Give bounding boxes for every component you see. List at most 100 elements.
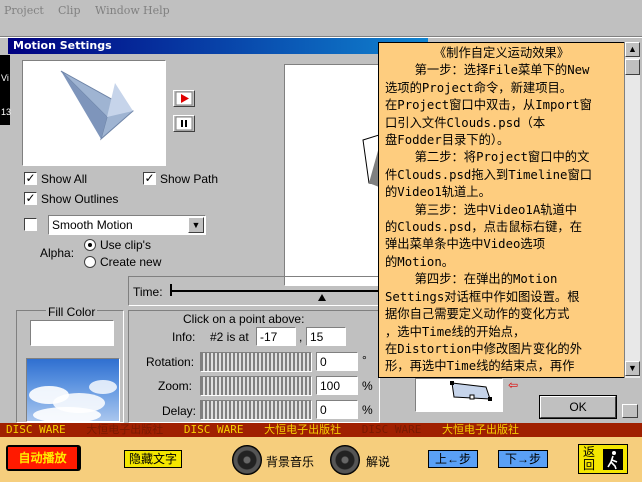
- motion-type-select[interactable]: Smooth Motion ▼: [48, 215, 206, 235]
- exit-icon: [603, 449, 623, 470]
- show-all-checkbox[interactable]: ✓: [24, 172, 37, 185]
- scroll-down-icon[interactable]: ▼: [625, 361, 640, 376]
- show-outlines-checkbox[interactable]: ✓: [24, 192, 37, 205]
- dialog-title: Motion Settings: [13, 39, 112, 52]
- ok-button[interactable]: OK: [539, 395, 617, 419]
- next-step-button[interactable]: 下→步: [498, 450, 548, 468]
- play-button[interactable]: [173, 90, 195, 107]
- autoplay-button[interactable]: 自动播放: [8, 447, 77, 469]
- menu-window[interactable]: Window: [95, 4, 140, 17]
- menu-project[interactable]: Project: [4, 4, 44, 17]
- time-label: Time:: [133, 285, 163, 299]
- boomerang-shape-icon: [60, 70, 134, 141]
- click-hint-label: Click on a point above:: [183, 312, 305, 326]
- panel-line: 的Video1轨道上。: [385, 185, 491, 200]
- alpha-create-new-label: Create new: [100, 255, 162, 269]
- banner-text: 大恒电子出版社: [86, 423, 164, 436]
- background-window-text: Vi: [1, 73, 9, 83]
- clouds-thumbnail: [26, 358, 120, 423]
- hide-text-button[interactable]: 隐藏文字: [124, 450, 182, 468]
- panel-scrollbar[interactable]: ▲ ▼: [624, 42, 640, 378]
- panel-title: 《制作自定义运动效果》: [433, 46, 570, 60]
- banner-text: DISC WARE: [361, 423, 422, 436]
- info-x-input[interactable]: -17: [256, 327, 296, 346]
- zoom-label: Zoom:: [158, 379, 193, 393]
- panel-line: ，选中Time线的开始点，: [385, 324, 526, 339]
- clouds-image: [29, 380, 117, 423]
- play-icon: [175, 91, 193, 106]
- dialog-titlebar[interactable]: Motion Settings: [8, 38, 428, 54]
- distortion-arrow-icon: ⇦: [508, 378, 519, 392]
- show-all-label: Show All: [41, 172, 88, 186]
- alpha-create-new-radio[interactable]: [84, 256, 96, 268]
- narration-label[interactable]: 解说: [366, 453, 390, 470]
- rotation-slider[interactable]: [200, 352, 312, 372]
- panel-line: 选项的Project命令，新建项目。: [385, 80, 573, 95]
- scroll-up-icon[interactable]: ▲: [625, 42, 640, 57]
- background-window-number: 13: [1, 107, 12, 117]
- app-menubar: Project Clip Window Help: [0, 0, 642, 22]
- menu-clip[interactable]: Clip: [58, 4, 81, 17]
- show-outlines-label: Show Outlines: [41, 192, 119, 206]
- bottom-nav-bar: 自动播放 隐藏文字 背景音乐 解说 上←步 下→步 返回: [0, 437, 642, 482]
- panel-line: 第四步：在弹出的Motion: [385, 272, 558, 287]
- bg-music-label[interactable]: 背景音乐: [266, 453, 314, 470]
- fill-color-swatch[interactable]: [30, 320, 114, 346]
- motion-path-canvas[interactable]: [284, 64, 380, 286]
- bg-music-disc-icon[interactable]: [232, 445, 262, 475]
- zoom-input[interactable]: 100: [316, 376, 358, 395]
- back-label: 返回: [583, 445, 596, 472]
- timeline-start-point[interactable]: [170, 284, 172, 296]
- delay-unit: %: [362, 403, 373, 417]
- rotation-input[interactable]: 0: [316, 352, 358, 371]
- zoom-slider[interactable]: [200, 376, 312, 396]
- timeline-track[interactable]: [170, 290, 380, 292]
- distortion-preview[interactable]: [415, 378, 503, 412]
- delay-input[interactable]: 0: [316, 400, 358, 419]
- scroll-thumb[interactable]: [625, 59, 640, 75]
- alpha-use-clip-radio[interactable]: [84, 239, 96, 251]
- delay-slider[interactable]: [200, 400, 312, 420]
- banner-text: DISC WARE: [183, 423, 244, 436]
- banner-text: 大恒电子出版社: [264, 423, 342, 436]
- narration-disc-icon[interactable]: [330, 445, 360, 475]
- panel-line: 的Motion。: [385, 254, 455, 269]
- info-y-input[interactable]: 15: [306, 327, 346, 346]
- rotation-label: Rotation:: [146, 355, 195, 369]
- info-separator: ,: [299, 330, 303, 344]
- instruction-panel: 《制作自定义运动效果》 第一步：选择File菜单下的New 选项的Project…: [378, 42, 625, 378]
- panel-line: 件Clouds.psd拖入到Timeline窗口: [385, 167, 593, 182]
- chevron-down-icon[interactable]: ▼: [188, 217, 204, 233]
- delay-label: Delay:: [162, 404, 197, 418]
- smooth-motion-checkbox[interactable]: [24, 218, 37, 231]
- back-button[interactable]: 返回: [578, 444, 628, 474]
- banner-text: 大恒电子出版社: [441, 423, 519, 436]
- panel-line: 第三步：选中Video1A轨道中: [385, 202, 578, 217]
- panel-line: 据你自己需要定义动作的变化方式: [385, 307, 570, 322]
- info-point-label: #2 is at: [210, 330, 249, 344]
- show-path-checkbox[interactable]: ✓: [143, 172, 156, 185]
- banner-text: DISC WARE: [6, 423, 66, 436]
- zoom-unit: %: [362, 379, 373, 393]
- timeline-cursor-icon[interactable]: [318, 294, 326, 301]
- pause-icon: [175, 116, 193, 131]
- panel-line: 在Project窗口中双击，从Import窗: [385, 98, 592, 113]
- panel-line: 第二步：将Project窗口中的文: [385, 150, 590, 165]
- menu-help[interactable]: Help: [143, 4, 170, 17]
- panel-line: 口引入文件Clouds.psd（本: [385, 115, 546, 130]
- alpha-use-clip-label: Use clip's: [100, 238, 151, 252]
- dialog-resize-grip[interactable]: [622, 404, 638, 418]
- distortion-frame-icon: [450, 381, 492, 401]
- panel-line: 的Clouds.psd，点击鼠标右键，在: [385, 220, 583, 235]
- rotation-unit: °: [362, 353, 367, 367]
- show-path-label: Show Path: [160, 172, 219, 186]
- clip-preview: [22, 60, 166, 166]
- motion-type-value: Smooth Motion: [52, 218, 133, 232]
- toolbar-strip: [0, 22, 642, 37]
- prev-step-button[interactable]: 上←步: [428, 450, 478, 468]
- panel-line: 形，再选中Time线的结束点，再作: [385, 359, 575, 374]
- panel-line: 弹出菜单条中选中Video选项: [385, 237, 545, 252]
- info-label: Info:: [172, 330, 196, 344]
- alpha-label: Alpha:: [40, 246, 75, 260]
- pause-button[interactable]: [173, 115, 195, 132]
